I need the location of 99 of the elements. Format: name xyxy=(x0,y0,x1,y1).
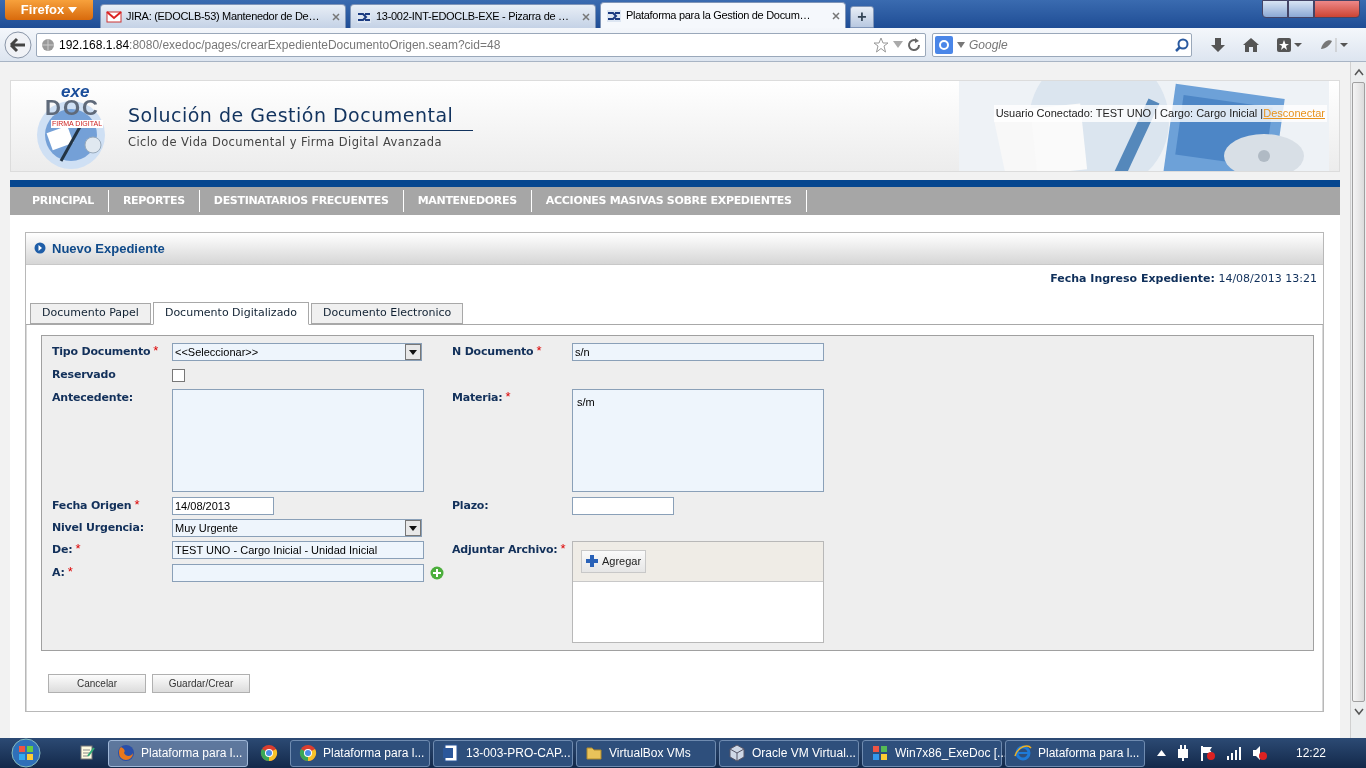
required-mark: * xyxy=(75,541,81,555)
field-label: Materia: xyxy=(452,389,503,406)
required-mark: * xyxy=(67,564,73,578)
checkbox[interactable] xyxy=(172,368,185,382)
minimize-button[interactable] xyxy=(1262,0,1288,18)
field-label: Adjuntar Archivo: xyxy=(452,541,558,558)
signal-icon[interactable] xyxy=(1225,746,1242,760)
scrollbar[interactable] xyxy=(1350,62,1366,738)
tab-title: JIRA: (EDOCLB-53) Mantenedor de De… xyxy=(126,9,321,25)
scroll-up-icon[interactable] xyxy=(1353,68,1364,76)
field-label: De: xyxy=(52,541,73,558)
input-field[interactable] xyxy=(172,563,424,582)
chrome-icon xyxy=(299,744,317,762)
clock: 12:22 xyxy=(1295,745,1326,762)
address-field[interactable]: 192.168.1.84:8080/exedoc/pages/crearExpedienteDocumentoOrigen.seam?cid=48 xyxy=(36,32,926,57)
search-icon[interactable] xyxy=(1175,37,1189,52)
input-field[interactable]: s/n xyxy=(572,342,824,361)
form-button[interactable]: Guardar/Crear xyxy=(152,673,250,693)
new-tab-button[interactable]: + xyxy=(850,6,874,28)
textarea-field[interactable] xyxy=(172,388,424,492)
plus-icon xyxy=(586,555,598,568)
document-icon xyxy=(442,744,460,762)
form-tab[interactable]: Documento Digitalizado xyxy=(152,301,310,325)
close-icon[interactable] xyxy=(582,12,590,21)
star-icon[interactable] xyxy=(873,36,889,53)
panel-title: Nuevo Expediente xyxy=(52,239,165,258)
globe-icon xyxy=(41,37,55,52)
textarea-field[interactable]: s/m xyxy=(572,388,824,492)
field-label: Nivel Urgencia: xyxy=(52,519,144,536)
required-mark: * xyxy=(153,343,159,357)
add-file-button[interactable]: Agregar xyxy=(581,549,647,573)
required-mark: * xyxy=(536,343,542,357)
document-icon xyxy=(606,7,622,24)
taskbar-button[interactable]: Plataforma para l... xyxy=(108,739,248,767)
download-icon[interactable] xyxy=(1210,36,1226,53)
folder-icon xyxy=(585,744,603,762)
notepad-icon xyxy=(78,744,96,762)
taskbar-button[interactable]: VirtualBox VMs xyxy=(576,739,716,767)
field-label: Fecha Origen xyxy=(52,497,132,514)
close-window-button[interactable] xyxy=(1314,0,1360,18)
windows-icon xyxy=(871,744,889,762)
field-label: Tipo Documento xyxy=(52,343,151,360)
back-icon[interactable] xyxy=(4,30,32,59)
mail-icon xyxy=(106,8,122,25)
addon-icon[interactable] xyxy=(1318,36,1348,53)
caret-icon xyxy=(68,7,78,13)
tab-title: Plataforma para la Gestion de Docum… xyxy=(626,8,812,24)
logo-text: DOC xyxy=(45,97,100,119)
required-mark: * xyxy=(134,497,140,511)
cube-icon xyxy=(728,744,746,762)
select-field[interactable]: <<Seleccionar>> xyxy=(172,342,422,361)
form-tab[interactable]: Documento Papel xyxy=(30,302,151,324)
caret-icon[interactable] xyxy=(957,41,965,48)
close-icon[interactable] xyxy=(832,11,840,20)
field-label: A: xyxy=(52,564,65,581)
close-icon[interactable] xyxy=(332,12,340,21)
globe-e-icon xyxy=(1014,744,1032,762)
field-label: Plazo: xyxy=(452,497,489,514)
input-field[interactable]: 14/08/2013 xyxy=(172,496,274,515)
reload-icon[interactable] xyxy=(907,37,921,52)
tray-expand-icon[interactable] xyxy=(1156,750,1166,756)
select-field[interactable]: Muy Urgente xyxy=(172,518,422,537)
entry-date-text: Fecha Ingreso Expediente: 14/08/2013 13:21 xyxy=(1050,270,1317,287)
form-button[interactable]: Cancelar xyxy=(48,673,146,693)
firefox-icon xyxy=(117,744,135,762)
field-label: Reservado xyxy=(52,366,116,383)
field-label: N Documento xyxy=(452,343,534,360)
form-tab[interactable]: Documento Electronico xyxy=(311,302,464,324)
search-engine-icon[interactable] xyxy=(935,35,953,54)
speaker-icon[interactable] xyxy=(1251,745,1268,761)
required-mark: * xyxy=(505,389,511,403)
home-icon[interactable] xyxy=(1242,36,1260,53)
flag-icon[interactable] xyxy=(1199,745,1216,761)
user-info-text: Usuario Conectado: TEST UNO | Cargo: Cargo Inicial | xyxy=(995,106,1264,121)
required-mark: * xyxy=(560,541,566,555)
site-title: Solución de Gestión Documental xyxy=(128,100,474,132)
taskbar-button[interactable]: 13-003-PRO-CAP... xyxy=(433,739,573,767)
power-icon[interactable] xyxy=(1175,745,1190,761)
input-field[interactable]: TEST UNO - Cargo Inicial - Unidad Inicial xyxy=(172,540,424,559)
browser-tab[interactable]: 13-002-INT-EDOCLB-EXE - Pizarra de … xyxy=(350,4,596,28)
search-placeholder: Google xyxy=(969,36,1009,54)
chrome-icon xyxy=(260,744,278,762)
browser-tab[interactable]: Plataforma para la Gestion de Docum… xyxy=(600,2,846,28)
url-text: 192.168.1.84:8080/exedoc/pages/crearExpedienteDocumentoOrigen.seam?cid=48 xyxy=(59,36,502,54)
scroll-down-icon[interactable] xyxy=(1353,708,1364,716)
tab-title: 13-002-INT-EDOCLB-EXE - Pizarra de … xyxy=(376,9,570,25)
taskbar-button[interactable]: Plataforma para l... xyxy=(1005,739,1145,767)
site-subtitle: Ciclo de Vida Documental y Firma Digital Avanzada xyxy=(128,134,443,152)
bookmarks-icon[interactable] xyxy=(1276,36,1302,53)
browser-tab[interactable]: JIRA: (EDOCLB-53) Mantenedor de De… xyxy=(100,4,346,28)
input-field[interactable] xyxy=(572,496,674,515)
add-icon[interactable] xyxy=(430,565,444,580)
taskbar-button[interactable]: Plataforma para l... xyxy=(290,739,430,767)
search-field[interactable]: Google xyxy=(932,32,1192,57)
restore-button[interactable] xyxy=(1288,0,1314,18)
field-label: Antecedente: xyxy=(52,389,133,406)
scrollbar-thumb[interactable] xyxy=(1352,82,1365,702)
taskbar-button[interactable]: Oracle VM Virtual... xyxy=(719,739,859,767)
logo-text: exe xyxy=(61,83,90,100)
